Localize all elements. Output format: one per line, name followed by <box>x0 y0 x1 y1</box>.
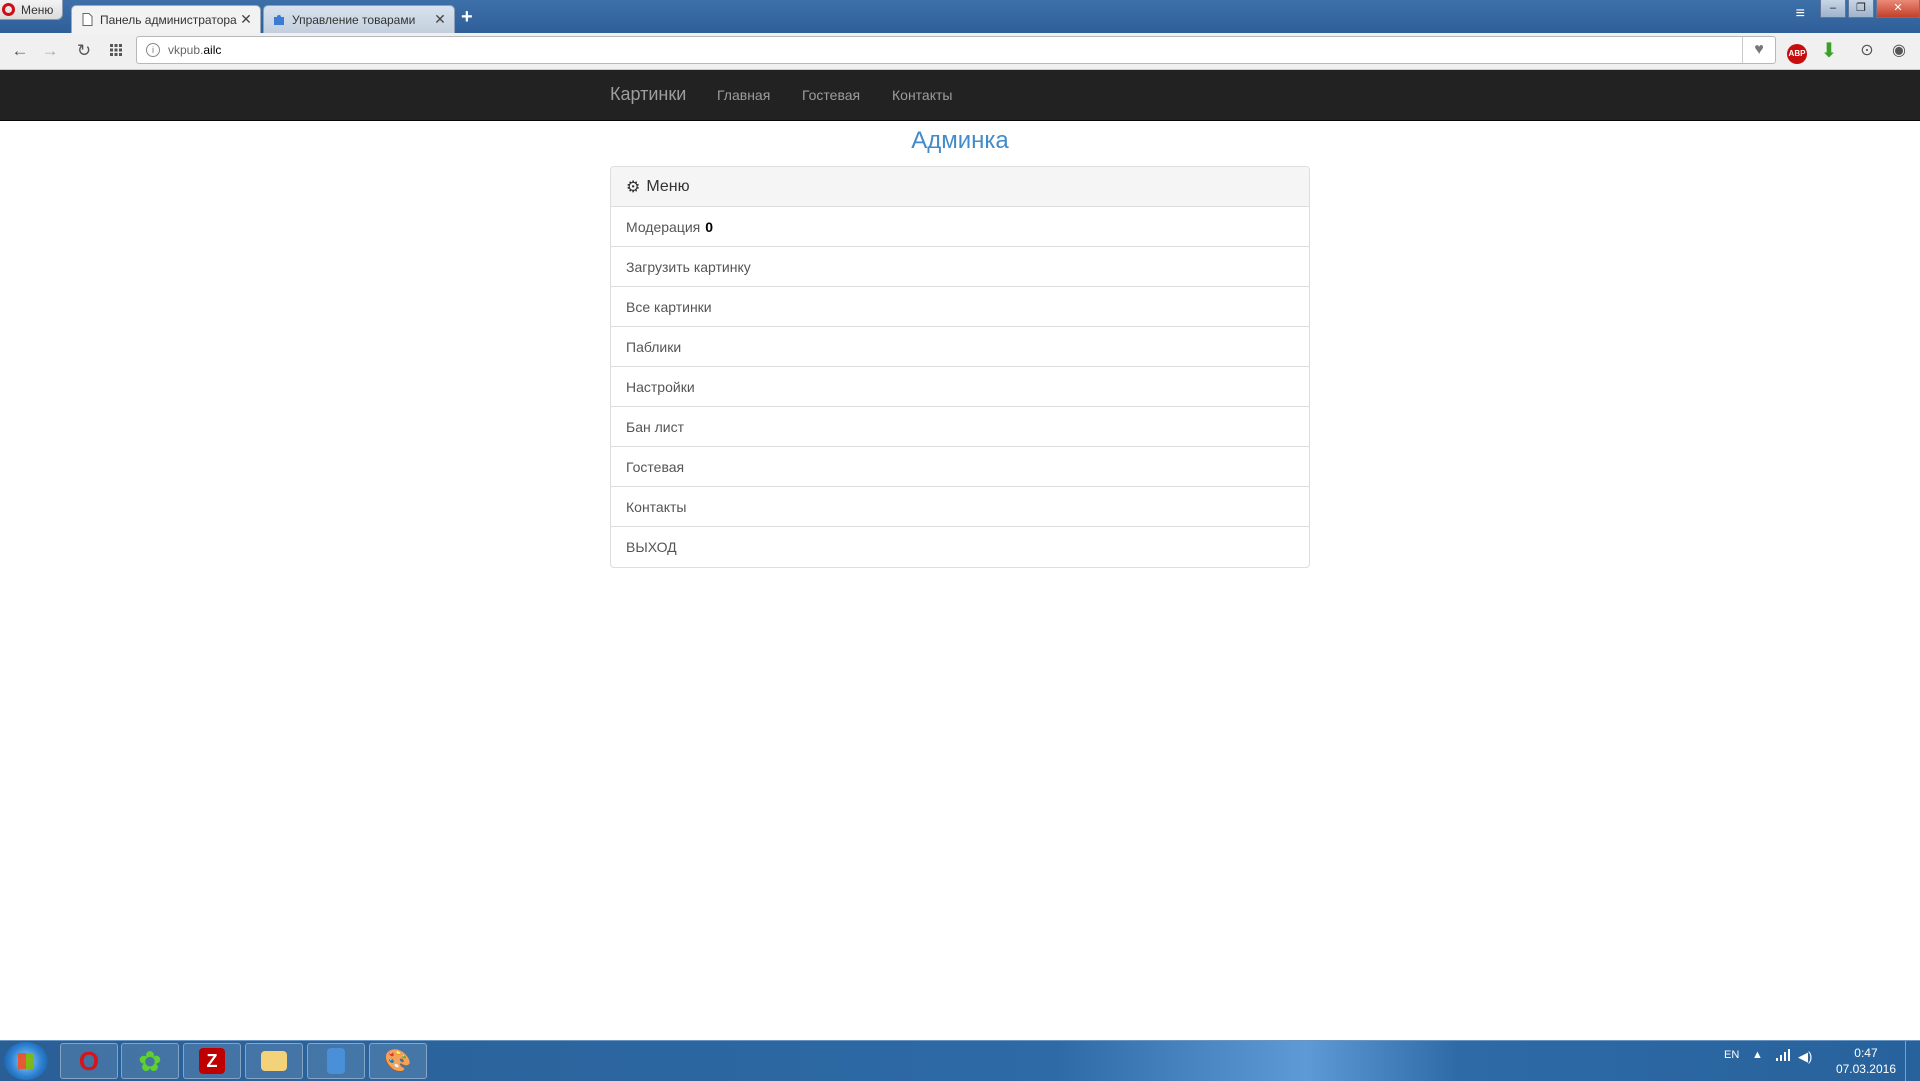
menu-item-logout[interactable]: ВЫХОД <box>611 527 1309 567</box>
tab-close-icon[interactable]: ✕ <box>238 11 254 28</box>
language-indicator[interactable]: EN <box>1724 1049 1739 1061</box>
panel-heading-label: Меню <box>646 177 690 195</box>
menu-item-label: Модерация <box>626 218 701 235</box>
tab-title: Панель администратора (А <box>100 12 238 27</box>
heart-bookmark-icon[interactable]: ♥ <box>1742 37 1775 63</box>
menu-item-contacts[interactable]: Контакты <box>611 487 1309 527</box>
folder-icon <box>261 1051 287 1071</box>
taskbar-explorer[interactable] <box>245 1043 303 1079</box>
opera-icon: O <box>78 1045 100 1076</box>
filezilla-icon: Z <box>199 1048 225 1074</box>
tab-menu-icon[interactable]: ≡ <box>1796 5 1805 23</box>
nav-link-home[interactable]: Главная <box>717 87 770 103</box>
tab-product-management[interactable]: Управление товарами ✕ <box>263 5 455 33</box>
nav-link-guestbook[interactable]: Гостевая <box>802 87 860 103</box>
new-tab-button[interactable]: + <box>461 6 473 29</box>
gear-icon: ⚙ <box>626 178 641 196</box>
menu-item-publics[interactable]: Паблики <box>611 327 1309 367</box>
system-clock[interactable]: 0:47 07.03.2016 <box>1836 1045 1896 1077</box>
window-controls: – ❐ ✕ <box>1818 0 1920 18</box>
clock-time: 0:47 <box>1854 1046 1878 1060</box>
opera-menu-button[interactable]: Меню <box>0 0 63 20</box>
taskbar-paint[interactable]: 🎨 <box>369 1043 427 1079</box>
clock-date: 07.03.2016 <box>1835 1062 1896 1076</box>
network-signal-icon[interactable] <box>1776 1049 1790 1064</box>
menu-item-all-images[interactable]: Все картинки <box>611 287 1309 327</box>
tab-admin-panel[interactable]: Панель администратора (А ✕ <box>71 5 261 33</box>
maximize-button[interactable]: ❐ <box>1848 0 1874 18</box>
site-brand[interactable]: Картинки <box>610 84 686 105</box>
back-arrow-icon[interactable]: ← <box>9 40 31 62</box>
site-navbar: Картинки Главная Гостевая Контакты <box>0 70 1920 121</box>
taskbar-notepad[interactable] <box>307 1043 365 1079</box>
account-icon[interactable]: ◉ <box>1888 40 1910 62</box>
browser-toolbar: ← → ↻ i vkpub. ailc ♥ ABP ⬇ ⊙ ◉ <box>0 33 1920 70</box>
menu-item-upload-image[interactable]: Загрузить картинку <box>611 247 1309 287</box>
url-subdomain: vkpub. <box>168 43 204 57</box>
taskbar-icq[interactable]: ✿ <box>121 1043 179 1079</box>
menu-item-guestbook[interactable]: Гостевая <box>611 447 1309 487</box>
show-desktop-button[interactable] <box>1905 1041 1920 1081</box>
browser-tab-strip: Меню Панель администратора (А ✕ Управлен… <box>0 0 1920 33</box>
nav-link-contacts[interactable]: Контакты <box>892 87 952 103</box>
tab-title: Управление товарами <box>292 12 416 27</box>
downloads-icon[interactable]: ⊙ <box>1856 40 1878 62</box>
reload-icon[interactable]: ↻ <box>73 40 95 62</box>
start-button[interactable] <box>4 1042 48 1080</box>
address-bar[interactable]: i vkpub. ailc ♥ <box>136 36 1776 64</box>
opera-menu-label: Меню <box>21 2 54 17</box>
forward-arrow-icon[interactable]: → <box>39 40 61 62</box>
puzzle-icon <box>272 13 286 27</box>
adblock-icon[interactable]: ABP <box>1786 40 1808 64</box>
taskbar-filezilla[interactable]: Z <box>183 1043 241 1079</box>
tray-expand-icon[interactable]: ▲ <box>1752 1049 1763 1061</box>
menu-item-settings[interactable]: Настройки <box>611 367 1309 407</box>
opera-logo-icon <box>2 3 15 16</box>
taskbar-opera[interactable]: O <box>60 1043 118 1079</box>
page-icon <box>80 13 94 27</box>
close-window-button[interactable]: ✕ <box>1876 0 1920 18</box>
moderation-count-badge: 0 <box>705 218 714 235</box>
book-icon <box>327 1048 345 1074</box>
menu-item-ban-list[interactable]: Бан лист <box>611 407 1309 447</box>
site-info-icon[interactable]: i <box>146 43 160 57</box>
tab-close-icon[interactable]: ✕ <box>432 11 448 28</box>
palette-icon: 🎨 <box>384 1048 412 1073</box>
volume-icon[interactable]: ◀) <box>1798 1049 1812 1065</box>
panel-heading: ⚙ Меню <box>611 167 1309 207</box>
download-arrow-icon[interactable]: ⬇ <box>1818 40 1840 62</box>
page-title: Админка <box>911 127 1009 154</box>
menu-item-moderation[interactable]: Модерация 0 <box>611 207 1309 247</box>
icq-flower-icon: ✿ <box>138 1045 162 1077</box>
url-domain: ailc <box>203 43 222 57</box>
speed-dial-grid-icon[interactable] <box>105 40 127 62</box>
minimize-button[interactable]: – <box>1820 0 1846 18</box>
windows-taskbar: O ✿ Z 🎨 EN ▲ ◀) 0:47 07.03.2016 <box>0 1040 1920 1081</box>
admin-menu-panel: ⚙ Меню Модерация 0 Загрузить картинку Вс… <box>610 166 1310 568</box>
